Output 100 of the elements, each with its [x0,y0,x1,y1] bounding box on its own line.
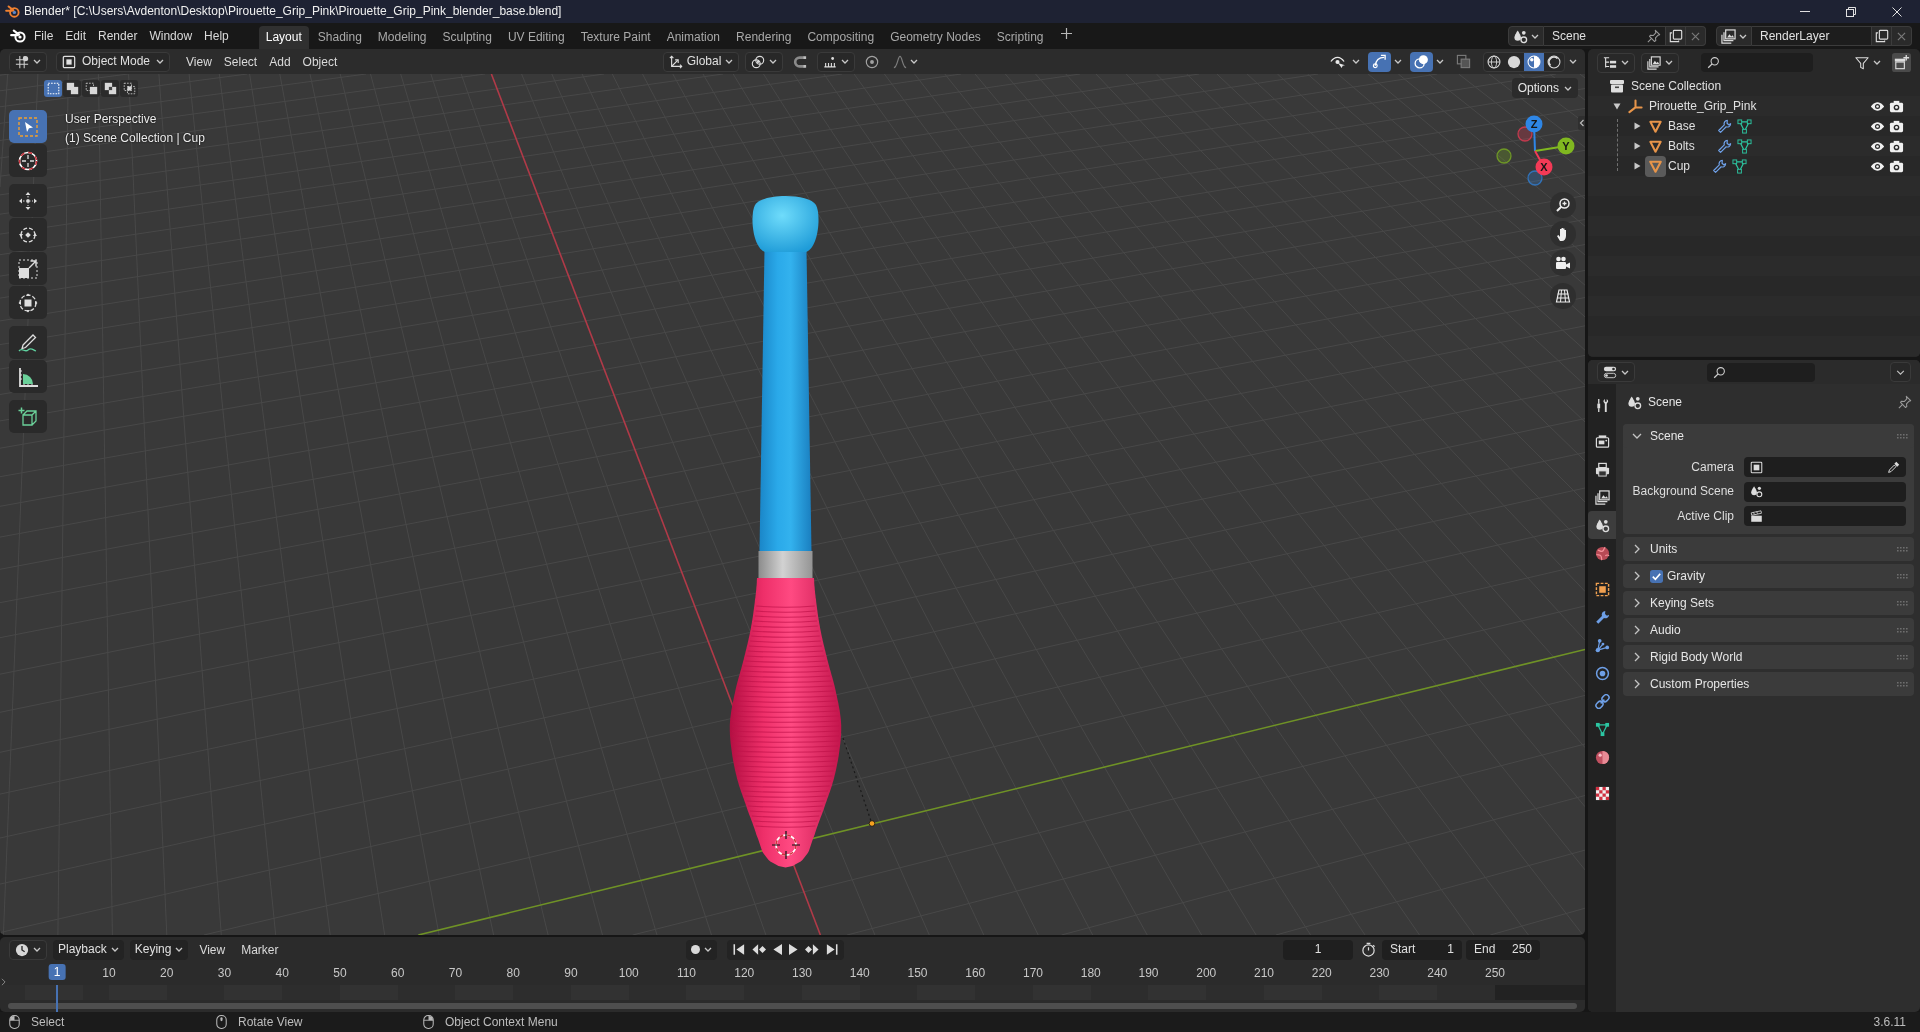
caret-icon[interactable] [1621,60,1629,65]
move-arrows-icon[interactable] [18,190,38,211]
caret-icon[interactable] [33,947,41,952]
vertex-triangle-icon[interactable] [1594,721,1610,737]
app-logo-icon[interactable] [10,29,26,43]
menu-item[interactable]: Add [263,51,297,72]
square-in-ring-icon[interactable] [18,292,38,313]
pin-icon[interactable] [1898,395,1912,409]
wrench-icon[interactable] [1594,609,1610,625]
cube-plus-icon[interactable] [18,406,38,427]
tree-item[interactable]: Pirouette_Grip_Pink [1649,98,1757,114]
tool-button[interactable] [9,252,47,285]
screwdriver-wrench-icon[interactable] [1594,397,1610,413]
workspace-tab[interactable]: Compositing [800,26,882,49]
circle-dot-icon[interactable] [865,54,880,69]
tick-marks-icon[interactable] [823,54,838,69]
juggling-club-model[interactable] [729,196,842,868]
object-field[interactable] [1744,457,1906,477]
ring-dot-icon[interactable] [1594,665,1610,681]
filter-icon[interactable] [1855,55,1869,70]
workspace-tab[interactable]: Animation [659,26,728,49]
image-stack-icon[interactable] [1594,489,1610,505]
caret-icon[interactable] [704,947,712,952]
editor-type-button[interactable] [9,51,47,72]
particles-icon[interactable] [1594,637,1610,653]
caret-icon[interactable] [1564,85,1572,91]
restore-icon[interactable] [1846,6,1856,17]
crosshair-ring-icon[interactable] [771,830,801,860]
drag-handle-icon[interactable] [1897,681,1908,687]
workspace-tab[interactable]: Scripting [989,26,1051,49]
tree-item[interactable]: Cup [1668,158,1690,174]
editor-type-button[interactable] [1597,362,1635,382]
caret-icon[interactable] [33,59,41,64]
menu-item[interactable]: Edit [59,26,93,46]
menu-item[interactable]: Window [143,26,199,46]
tool-button[interactable] [9,400,47,433]
globe-icon[interactable] [1594,545,1610,561]
options-button[interactable] [1890,362,1911,382]
caret-icon[interactable] [1352,59,1360,64]
shapes-icon[interactable] [1513,28,1528,44]
sphere-icon[interactable] [1594,749,1610,765]
workspace-tab[interactable]: Shading [310,26,369,49]
vertex-triangle-icon[interactable] [1732,158,1747,174]
negative-axis-handle[interactable] [1496,148,1512,164]
workspace-tab[interactable]: Geometry Nodes [883,26,988,49]
chain-link-icon[interactable] [1594,693,1610,709]
caret-icon[interactable] [1621,369,1629,375]
selector-button[interactable] [1716,26,1752,46]
resize-square-icon[interactable] [18,258,38,279]
panel-header[interactable]: Gravity [1623,564,1914,588]
dashed-box-cursor-icon[interactable] [18,116,38,137]
scene-field[interactable] [1744,481,1906,502]
drag-handle-icon[interactable] [1897,546,1908,552]
caret-icon[interactable] [110,947,119,952]
menu-item[interactable]: File [28,26,60,46]
panel-header[interactable]: Units [1623,537,1914,561]
caret-icon[interactable] [1531,33,1539,39]
end-frame-field[interactable]: End 250 [1466,939,1540,960]
tool-button[interactable] [9,326,47,359]
scrollbar[interactable] [8,1003,1577,1009]
scene-field[interactable]: Scene [1544,26,1666,46]
search-icon[interactable] [1707,56,1720,69]
start-frame-field[interactable]: Start 1 [1382,939,1462,960]
triangle-icon[interactable] [1648,118,1663,134]
camera-icon[interactable] [1594,433,1610,449]
clip-field[interactable] [1744,506,1906,526]
panel-header[interactable]: Rigid Body World [1623,645,1914,669]
menu-item[interactable]: Render [92,26,144,46]
caret-icon[interactable] [1665,60,1673,65]
tree-list-icon[interactable] [1603,55,1617,70]
axis-handle[interactable]: Y [1534,137,1575,155]
menu-item[interactable]: Help [198,26,235,46]
pin-icon[interactable] [1647,29,1661,43]
negative-axis-handle[interactable] [1517,126,1533,142]
axis-handle[interactable]: Z [1525,115,1543,152]
caret-icon[interactable] [910,59,919,64]
menu-item[interactable]: Marker [236,939,284,960]
chevron-right-icon[interactable] [1634,544,1640,554]
wrench-icon[interactable] [1716,138,1732,154]
editor-type-button[interactable] [9,939,47,960]
bell-curve-icon[interactable] [893,54,908,69]
shapes-icon[interactable] [1750,485,1763,498]
orientation-dropdown[interactable]: Global [662,51,740,72]
menu-dropdown[interactable]: Keying [129,939,189,960]
camera-icon[interactable] [1889,98,1904,114]
tree-item[interactable]: Scene Collection [1631,78,1722,94]
drag-handle-icon[interactable] [1897,573,1908,579]
camera-icon[interactable] [1889,138,1904,154]
panel-header[interactable]: Keying Sets [1623,591,1914,615]
chevron-right-icon[interactable] [1634,571,1640,581]
negative-axis-handle[interactable] [1527,170,1543,186]
properties-tab[interactable] [1588,511,1616,539]
caret-icon[interactable] [1739,33,1747,39]
play-icon[interactable] [789,944,798,955]
image-stack-icon[interactable] [1647,55,1661,70]
panel-header[interactable]: Custom Properties [1623,672,1914,696]
wrench-icon[interactable] [1717,118,1733,134]
tool-button[interactable] [9,144,47,177]
overlapping-rings-icon[interactable] [751,54,766,69]
chevron-right-icon[interactable] [1634,625,1640,635]
